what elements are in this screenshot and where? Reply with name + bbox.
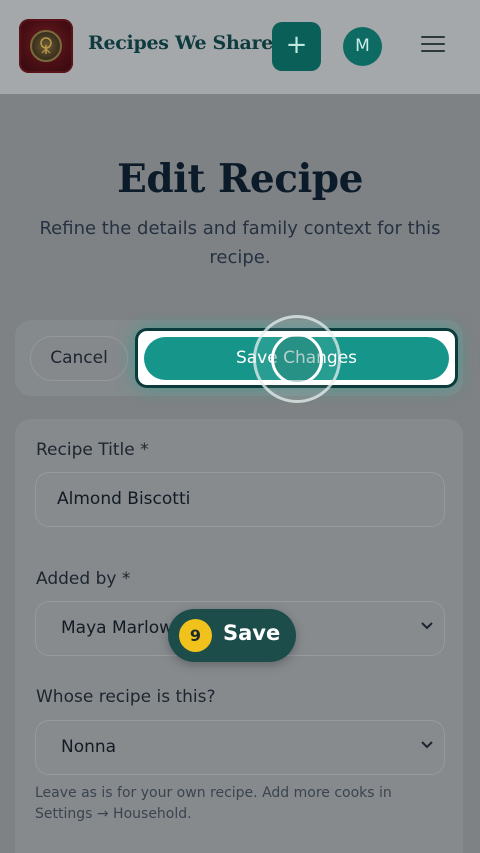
added-by-value: Maya Marlow <box>61 618 174 638</box>
recipe-title-input[interactable]: Almond Biscotti <box>35 472 445 527</box>
added-by-label: Added by * <box>36 569 131 589</box>
recipe-title-label: Recipe Title * <box>36 440 149 460</box>
hamburger-menu-icon[interactable] <box>421 36 445 56</box>
whose-recipe-help-text: Leave as is for your own recipe. Add mor… <box>35 785 392 822</box>
page-title: Edit Recipe <box>117 156 363 202</box>
brand-name[interactable]: Recipes We Share <box>88 32 273 54</box>
plus-icon: + <box>285 30 308 60</box>
whose-recipe-value: Nonna <box>61 737 117 757</box>
step-indicator-pill: 9 Save <box>168 609 296 662</box>
cancel-button[interactable]: Cancel <box>30 336 128 381</box>
step-label: Save <box>223 621 281 645</box>
add-recipe-button[interactable]: + <box>272 22 321 71</box>
whose-recipe-label: Whose recipe is this? <box>36 687 216 707</box>
user-avatar[interactable]: M <box>343 27 382 66</box>
recipe-title-value: Almond Biscotti <box>57 489 191 509</box>
chevron-down-icon <box>421 622 433 630</box>
chevron-down-icon <box>421 741 433 749</box>
page-subtitle: Refine the details and family context fo… <box>39 218 441 268</box>
app-header: Recipes We Share + M <box>0 0 480 94</box>
tree-emblem-icon <box>30 30 62 62</box>
step-number-badge: 9 <box>179 619 212 652</box>
app-logo[interactable] <box>19 19 73 73</box>
whose-recipe-select[interactable]: Nonna <box>35 720 445 775</box>
tap-indicator-inner <box>271 333 323 385</box>
